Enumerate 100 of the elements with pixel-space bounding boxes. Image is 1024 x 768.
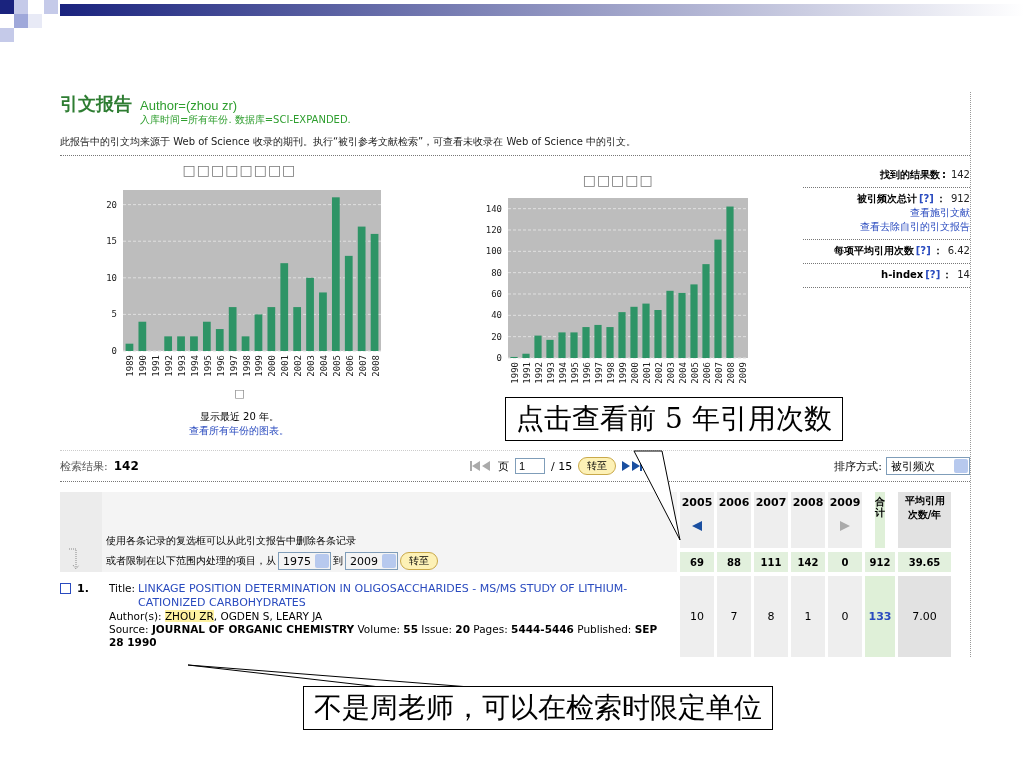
- stat-separator: ：: [935, 192, 946, 206]
- record-authors: Author(s): ZHOU ZR, OGDEN S, LEARY JA: [109, 609, 324, 623]
- chart-bar: [242, 336, 250, 351]
- record-checkbox[interactable]: [60, 583, 71, 594]
- last-page-icon[interactable]: [622, 461, 645, 471]
- citation-cell: 7: [717, 576, 751, 657]
- total-cell: 142: [791, 552, 825, 572]
- x-tick-label: 1997: [594, 362, 605, 384]
- go-button[interactable]: 转至: [578, 457, 617, 475]
- x-tick-label: 2003: [306, 355, 317, 377]
- x-tick-label: 1989: [125, 355, 136, 377]
- corner-arrow-icon: [68, 548, 82, 570]
- chart-bar: [229, 307, 237, 351]
- range-label: 或者限制在以下范围内处理的项目，从: [106, 554, 276, 568]
- chart-bar: [618, 312, 626, 358]
- to-year-select[interactable]: 2009: [345, 552, 398, 570]
- results-label: 检索结果:: [60, 458, 108, 474]
- total-cell: 912: [865, 552, 895, 572]
- callout-text: 不是周老师，可以在检索时限定单位: [314, 691, 762, 724]
- chart-bar: [570, 332, 578, 358]
- chart-bar: [267, 307, 276, 351]
- chart-bar: [522, 353, 530, 358]
- y-tick-label: 0: [112, 346, 118, 356]
- help-link[interactable]: [?]: [915, 245, 931, 256]
- stat-label: 被引频次总计: [856, 192, 917, 206]
- title-label: Title:: [109, 582, 136, 596]
- hint-text: 使用各条记录的复选框可以从此引文报告中删除各条记录: [106, 534, 357, 548]
- x-tick-label: 2006: [345, 355, 356, 377]
- y-tick-label: 100: [485, 246, 503, 257]
- help-link[interactable]: [?]: [925, 269, 941, 280]
- x-tick-label: 2007: [358, 355, 369, 377]
- chart-bar: [546, 339, 554, 358]
- from-year-select[interactable]: 1975: [278, 552, 331, 570]
- y-tick-label: 10: [106, 272, 118, 283]
- report-title: 引文报告: [60, 92, 132, 116]
- x-tick-label: 1990: [138, 355, 149, 377]
- stat-label: h-index: [881, 269, 924, 280]
- chart-bar: [678, 292, 686, 358]
- total-cell: 133: [865, 576, 895, 657]
- stat-value: 912: [950, 193, 970, 204]
- y-tick-label: 0: [496, 353, 503, 363]
- average-cell: 7.00: [898, 576, 951, 657]
- x-tick-label: 2006: [702, 362, 713, 384]
- citation-cell: 10: [680, 576, 714, 657]
- range-to-label: 到: [333, 554, 343, 568]
- chart-bar: [293, 307, 302, 351]
- y-tick-label: 60: [491, 289, 503, 299]
- year-label: 2005: [681, 496, 713, 509]
- x-tick-label: 2000: [267, 355, 278, 377]
- callout-text: 点击查看前 5 年引用次数: [516, 402, 832, 435]
- x-tick-label: 1998: [606, 362, 617, 384]
- axis-label: □: [234, 387, 245, 400]
- chart-bar: [642, 303, 650, 358]
- stat-separator: ：: [942, 268, 953, 282]
- stat-link[interactable]: 查看施引文献: [910, 206, 970, 220]
- y-tick-label: 40: [491, 310, 503, 321]
- chart-bar: [582, 327, 590, 358]
- total-label: 合计: [875, 496, 885, 518]
- x-tick-label: 2005: [690, 362, 701, 384]
- chart-bar: [630, 306, 638, 358]
- title-link[interactable]: LINKAGE POSITION DETERMINATION IN OLIGOSACCHARIDES - MS/MS STUDY OF LITHIUM-CATIONIZED CARBOHYDRATES: [138, 582, 673, 610]
- x-tick-label: 1990: [510, 362, 521, 384]
- stat-value: 14: [957, 269, 970, 280]
- citation-cell: 0: [828, 576, 862, 657]
- year-label: 2009: [829, 496, 861, 509]
- x-tick-label: 1993: [177, 355, 188, 377]
- citation-cell: 1: [791, 576, 825, 657]
- year-label: 2008: [792, 496, 824, 509]
- x-tick-label: 2001: [280, 355, 291, 377]
- x-tick-label: 1996: [216, 355, 227, 377]
- chart-bar: [216, 329, 225, 351]
- year-label: 2007: [755, 496, 787, 509]
- x-tick-label: 2009: [738, 362, 749, 384]
- stat-separator: :: [941, 169, 946, 180]
- chart-bar: [255, 314, 263, 351]
- total-cell: 0: [828, 552, 862, 572]
- previous-arrow-icon[interactable]: [692, 521, 702, 531]
- x-tick-label: 1997: [229, 355, 240, 377]
- sort-select[interactable]: 被引频次: [886, 457, 970, 475]
- total-cell: 88: [717, 552, 751, 572]
- x-tick-label: 1993: [546, 362, 557, 384]
- chart-bar: [190, 336, 199, 351]
- record-number: 1.: [77, 582, 89, 595]
- x-tick-label: 1995: [203, 355, 214, 377]
- go-button[interactable]: 转至: [400, 552, 438, 570]
- chart-bar: [177, 336, 186, 351]
- x-tick-label: 1992: [534, 362, 545, 384]
- x-tick-label: 1996: [582, 362, 593, 384]
- page-input[interactable]: 1: [515, 458, 546, 474]
- average-cell: 39.65: [898, 552, 951, 572]
- all-years-link[interactable]: 查看所有年份的图表。: [189, 424, 290, 438]
- y-tick-label: 5: [112, 309, 118, 320]
- help-link[interactable]: [?]: [918, 193, 934, 204]
- y-tick-label: 140: [485, 203, 503, 214]
- chart-bar: [534, 335, 542, 358]
- y-tick-label: 120: [485, 225, 503, 235]
- y-tick-label: 20: [491, 331, 503, 342]
- query-text: Author=(zhou zr): [140, 98, 239, 113]
- stat-link[interactable]: 查看去除自引的引文报告: [860, 220, 970, 234]
- total-cell: 111: [754, 552, 788, 572]
